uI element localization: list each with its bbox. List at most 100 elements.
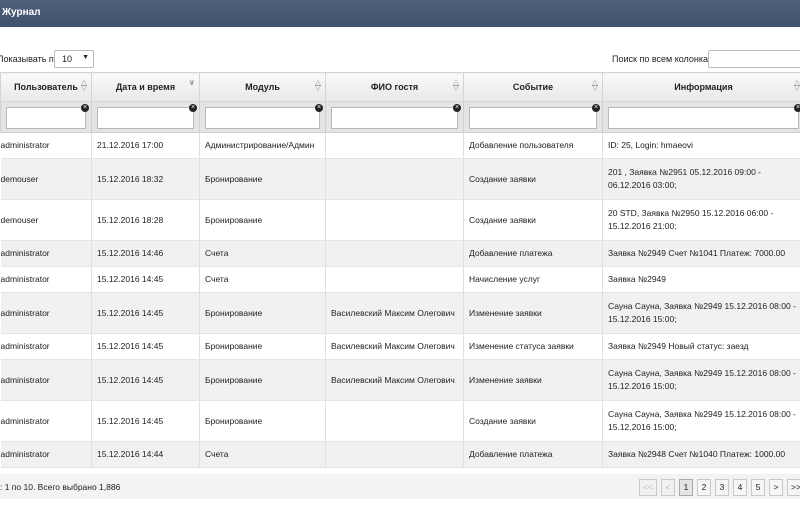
cell-event: Изменение статуса заявки [463, 333, 603, 360]
filter-input-info[interactable] [608, 107, 799, 129]
sort-icon: △ ▽ [314, 78, 321, 92]
filter-input-guest[interactable] [331, 107, 458, 129]
pager-first[interactable]: << [639, 479, 657, 496]
clear-filter-icon[interactable]: × [453, 104, 461, 112]
page-length-select[interactable]: 10 ▼ [54, 50, 94, 68]
global-search: Поиск по всем колонкам: [612, 50, 800, 68]
sort-icon: △ ▽ [452, 78, 459, 92]
cell-info: Сауна Сауна, Заявка №2949 15.12.2016 08:… [602, 400, 800, 442]
clear-filter-icon[interactable]: × [315, 104, 323, 112]
cell-event: Начисление услуг [463, 266, 603, 293]
cell-datetime: 15.12.2016 14:45 [91, 359, 200, 401]
cell-user: administrator [0, 292, 92, 334]
pager-page-1[interactable]: 1 [679, 479, 693, 496]
cell-module: Счета [199, 240, 326, 267]
cell-guest [325, 400, 464, 442]
cell-datetime: 15.12.2016 18:28 [91, 199, 200, 241]
table-row[interactable]: administrator 15.12.2016 14:46 Счета Добавл… [0, 240, 800, 267]
cell-user: demouser [0, 158, 92, 200]
clear-filter-icon[interactable]: × [81, 104, 89, 112]
table-row[interactable]: administrator 15.12.2016 14:45 Бронировани… [0, 292, 800, 334]
cell-datetime: 21.12.2016 17:00 [91, 132, 200, 159]
table-row[interactable]: demouser 15.12.2016 18:28 Бронирование Созд… [0, 199, 800, 241]
cell-user: administrator [0, 333, 92, 360]
cell-event: Добавление платежа [463, 240, 603, 267]
column-header-datetime[interactable]: Дата и время ∨ [91, 72, 200, 102]
filter-cell-user: × [0, 101, 92, 133]
column-header-guest[interactable]: ФИО гостя △ ▽ [325, 72, 464, 102]
table-row[interactable]: administrator 15.12.2016 14:44 Счета Добавл… [0, 441, 800, 468]
column-header-user[interactable]: Пользователь △ ▽ [0, 72, 92, 102]
sort-icon: △ ▽ [793, 78, 800, 92]
pager-last[interactable]: >> [787, 479, 800, 496]
cell-datetime: 15.12.2016 14:45 [91, 266, 200, 293]
filter-input-module[interactable] [205, 107, 320, 129]
window-title: Журнал [2, 7, 41, 18]
column-header-label: Информация [674, 82, 733, 92]
cell-module: Счета [199, 441, 326, 468]
cell-module: Бронирование [199, 292, 326, 334]
pager-page-3[interactable]: 3 [715, 479, 729, 496]
cell-guest [325, 199, 464, 241]
cell-event: Создание заявки [463, 158, 603, 200]
filter-cell-info: × [602, 101, 800, 133]
pager-page-2[interactable]: 2 [697, 479, 711, 496]
cell-user: administrator [0, 441, 92, 468]
column-header-info[interactable]: Информация △ ▽ [602, 72, 800, 102]
clear-filter-icon[interactable]: × [794, 104, 800, 112]
window-titlebar: Журнал [0, 0, 800, 27]
table-row[interactable]: administrator 15.12.2016 14:45 Бронировани… [0, 359, 800, 401]
cell-guest [325, 441, 464, 468]
cell-event: Добавление пользователя [463, 132, 603, 159]
table-row[interactable]: administrator 21.12.2016 17:00 Администрир… [0, 132, 800, 159]
filter-cell-guest: × [325, 101, 464, 133]
cell-guest: Василевский Максим Олегович [325, 359, 464, 401]
cell-event: Создание заявки [463, 199, 603, 241]
cell-event: Изменение заявки [463, 292, 603, 334]
cell-user: administrator [0, 132, 92, 159]
table-row[interactable]: demouser 15.12.2016 18:32 Бронирование Созд… [0, 158, 800, 200]
length-control: Показывать по 10 ▼ [0, 50, 200, 68]
table-row[interactable]: administrator 15.12.2016 14:45 Счета Начисл… [0, 266, 800, 293]
table-row[interactable]: administrator 15.12.2016 14:45 Бронировани… [0, 400, 800, 442]
cell-guest: Василевский Максим Олегович [325, 333, 464, 360]
journal-table: Пользователь △ ▽ Дата и время ∨ Модуль △ ▽ ФИО г… [0, 72, 800, 468]
pager-prev[interactable]: < [661, 479, 675, 496]
sort-icon: △ ▽ [80, 78, 87, 92]
cell-module: Счета [199, 266, 326, 293]
cell-info: Заявка №2949 [602, 266, 800, 293]
pager-page-4[interactable]: 4 [733, 479, 747, 496]
cell-datetime: 15.12.2016 14:45 [91, 292, 200, 334]
clear-filter-icon[interactable]: × [189, 104, 197, 112]
sort-icon: △ ▽ [591, 78, 598, 92]
cell-datetime: 15.12.2016 18:32 [91, 158, 200, 200]
cell-datetime: 15.12.2016 14:45 [91, 333, 200, 360]
cell-module: Бронирование [199, 199, 326, 241]
table-footer: : 1 по 10. Всего выбрано 1,886 << < 1 2 … [0, 474, 800, 499]
cell-info: Заявка №2948 Счет №1040 Платеж: 1000.00 [602, 441, 800, 468]
table-row[interactable]: administrator 15.12.2016 14:45 Бронировани… [0, 333, 800, 360]
filter-input-datetime[interactable] [97, 107, 194, 129]
cell-info: ID: 25, Login: hmaeovi [602, 132, 800, 159]
cell-user: administrator [0, 400, 92, 442]
filter-cell-datetime: × [91, 101, 200, 133]
table-info: : 1 по 10. Всего выбрано 1,886 [0, 482, 121, 492]
clear-filter-icon[interactable]: × [592, 104, 600, 112]
search-input[interactable] [708, 50, 800, 68]
cell-event: Изменение заявки [463, 359, 603, 401]
length-label: Показывать по [0, 54, 59, 64]
cell-module: Бронирование [199, 333, 326, 360]
cell-info: Сауна Сауна, Заявка №2949 15.12.2016 08:… [602, 359, 800, 401]
column-header-label: Дата и время [115, 82, 176, 92]
cell-info: Заявка №2949 Счет №1041 Платеж: 7000.00 [602, 240, 800, 267]
filter-input-user[interactable] [6, 107, 86, 129]
search-label: Поиск по всем колонкам: [612, 54, 717, 64]
column-header-event[interactable]: Событие △ ▽ [463, 72, 603, 102]
cell-module: Администрирование/Админ [199, 132, 326, 159]
pager-next[interactable]: > [769, 479, 783, 496]
pager-page-5[interactable]: 5 [751, 479, 765, 496]
column-header-module[interactable]: Модуль △ ▽ [199, 72, 326, 102]
page-length-value: 10 [62, 54, 73, 64]
filter-cell-module: × [199, 101, 326, 133]
filter-input-event[interactable] [469, 107, 597, 129]
